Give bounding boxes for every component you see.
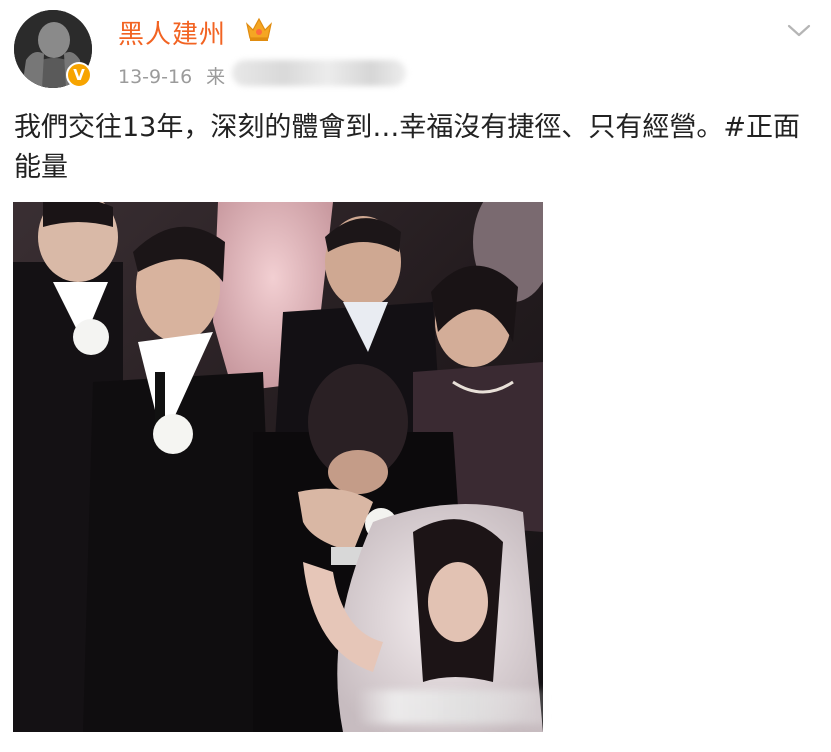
post-photo[interactable]: [13, 202, 543, 732]
post-source-label: 来: [206, 66, 226, 88]
verified-badge-icon: V: [66, 62, 92, 88]
username[interactable]: 黑人建州: [118, 14, 226, 51]
weibo-post: V 黑人建州 13-9-16 来 我們交往13年，深刻的體會到…幸福沒有捷徑、只有…: [0, 0, 831, 752]
chevron-down-icon[interactable]: [785, 16, 813, 44]
post-meta: 13-9-16 来: [118, 62, 225, 89]
crown-icon: [245, 17, 273, 41]
post-text: 我們交往13年，深刻的體會到…幸福沒有捷徑、只有經營。#正面能量: [14, 112, 800, 183]
source-redacted: [232, 60, 406, 86]
watermark-redacted: [356, 690, 546, 724]
post-date: 13-9-16: [118, 66, 193, 88]
